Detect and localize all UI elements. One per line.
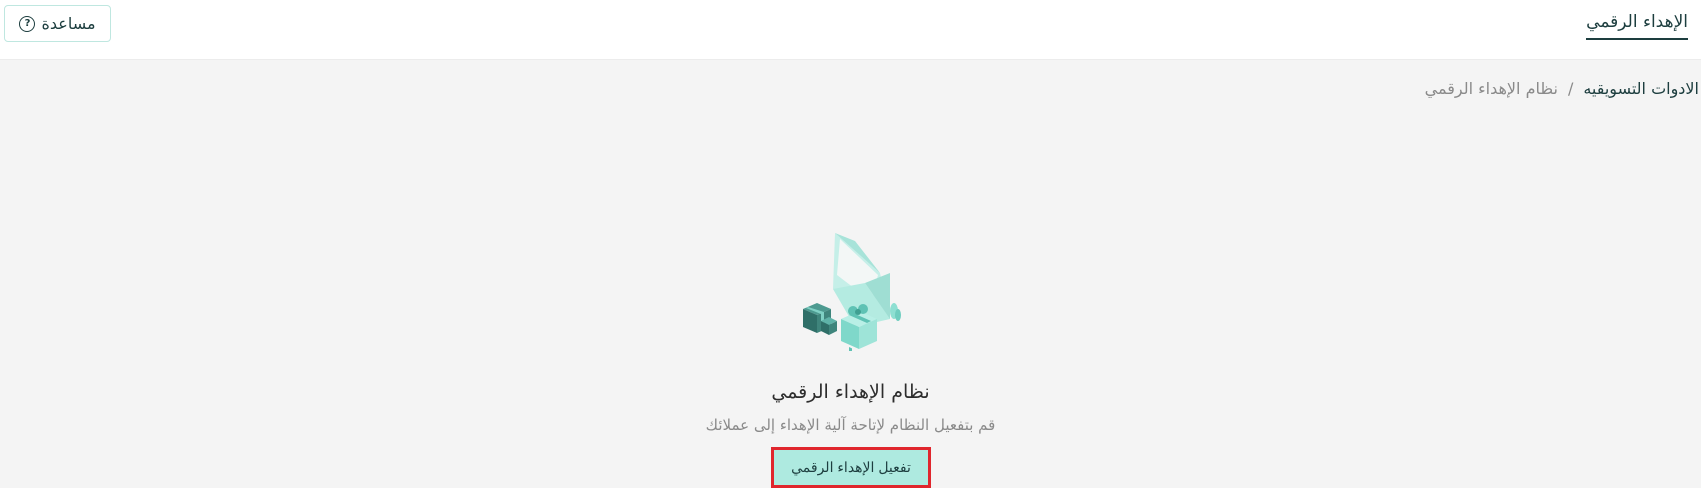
empty-state-description: قم بتفعيل النظام لإتاحة آلية الإهداء إلى… [705,416,996,434]
question-circle-icon: ? [19,15,36,32]
breadcrumb-item-current: نظام الإهداء الرقمي [1424,79,1558,98]
page-tab-digital-gifting[interactable]: الإهداء الرقمي [1586,12,1688,40]
top-bar: الإهداء الرقمي مساعدة ? [0,0,1701,60]
help-button-label: مساعدة [41,14,96,33]
empty-state-title: نظام الإهداء الرقمي [771,381,930,403]
activate-digital-gifting-button[interactable]: تفعيل الإهداء الرقمي [771,447,931,488]
gift-envelope-illustration [803,233,901,351]
breadcrumb-item-marketing-tools[interactable]: الادوات التسويقيه [1583,79,1699,98]
breadcrumb: الادوات التسويقيه / نظام الإهداء الرقمي [1425,79,1699,98]
breadcrumb-separator: / [1567,79,1574,98]
help-button[interactable]: مساعدة ? [4,5,111,42]
